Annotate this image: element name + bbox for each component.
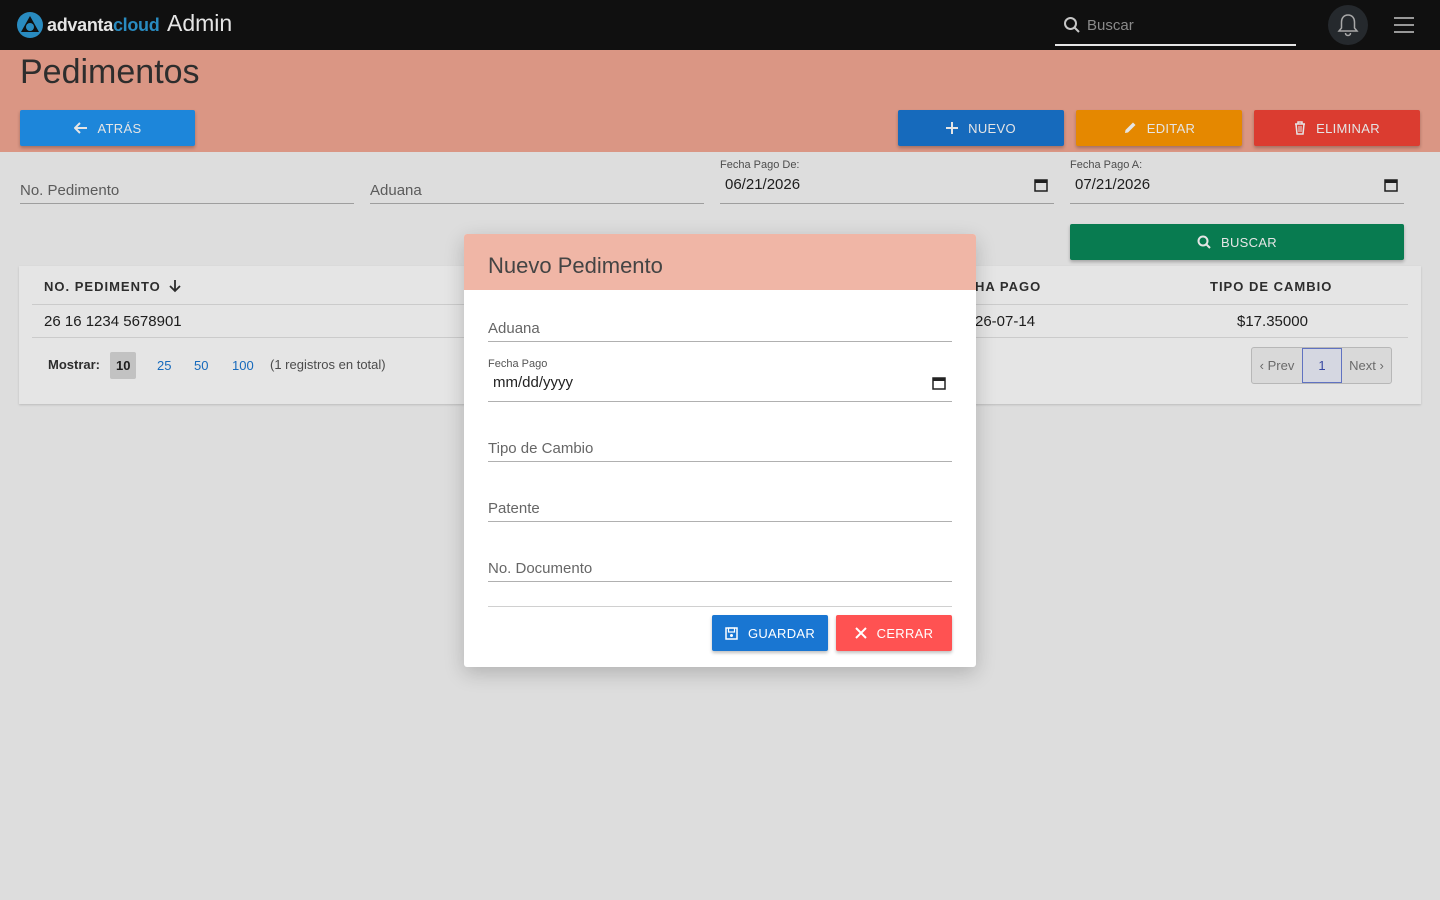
dialog-header: Nuevo Pedimento [464, 234, 976, 290]
patente-placeholder: Patente [488, 500, 540, 517]
documento-placeholder: No. Documento [488, 560, 593, 577]
fecha-pago-value: mm/dd/yyyy [493, 374, 574, 391]
tipo-cambio-field[interactable]: Tipo de Cambio [488, 430, 952, 462]
aduana-placeholder: Aduana [488, 320, 540, 337]
calendar-icon[interactable] [932, 376, 946, 390]
tipo-cambio-placeholder: Tipo de Cambio [488, 440, 594, 457]
fecha-pago-label: Fecha Pago [488, 358, 548, 370]
close-button[interactable]: CERRAR [836, 615, 952, 651]
fecha-pago-field[interactable]: Fecha Pago mm/dd/yyyy [488, 358, 952, 402]
floppy-disk-icon [725, 626, 738, 640]
save-button-label: GUARDAR [747, 625, 816, 641]
new-pedimento-dialog: Nuevo Pedimento Aduana Fecha Pago mm/dd/… [464, 234, 976, 667]
patente-field[interactable]: Patente [488, 490, 952, 522]
close-button-label: CERRAR [876, 625, 934, 641]
documento-field[interactable]: No. Documento [488, 550, 952, 582]
save-button[interactable]: GUARDAR [712, 615, 828, 651]
dialog-title: Nuevo Pedimento [488, 253, 663, 278]
aduana-field[interactable]: Aduana [488, 310, 952, 342]
close-icon [854, 627, 867, 639]
dialog-footer-divider [488, 606, 952, 607]
